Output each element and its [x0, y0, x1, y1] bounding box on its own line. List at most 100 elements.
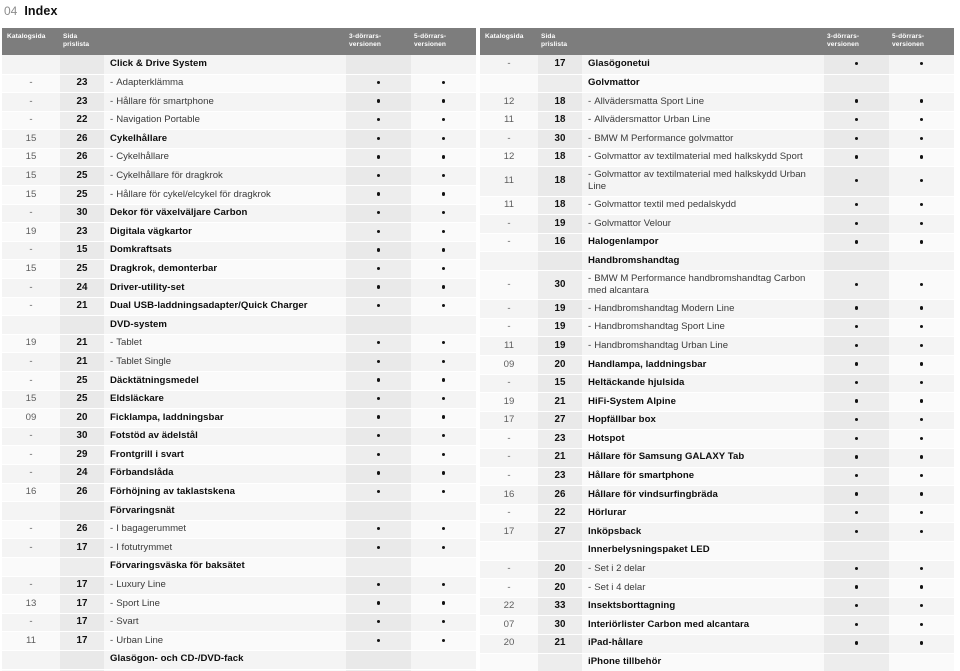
bullet-dot-icon — [854, 117, 859, 122]
table-row[interactable]: 12 18 - Allvädersmatta Sport Line — [480, 92, 954, 112]
index-table-left: Katalogsida Sida prislista 3-dörrars- ve… — [2, 28, 476, 671]
table-row[interactable]: -15 Domkraftsats — [2, 241, 476, 261]
table-row[interactable]: -21 - Tablet Single — [2, 352, 476, 372]
table-row[interactable]: 12 18 - Golvmattor av textilmaterial med ha… — [480, 148, 954, 168]
table-row[interactable]: -17 - I fotutrymmet — [2, 538, 476, 558]
cell-price-list-page — [538, 251, 582, 272]
table-row[interactable]: 17 27 Inköpsback — [480, 522, 954, 542]
table-row[interactable]: -23 - Adapterklämma — [2, 74, 476, 94]
cell-catalog-page: - — [480, 55, 538, 75]
table-row[interactable]: Innerbelysningspaket LED — [480, 541, 954, 561]
table-row[interactable]: 11 19 - Handbromshandtag Urban Line — [480, 336, 954, 356]
table-row[interactable]: -25 Däcktätningsmedel — [2, 371, 476, 391]
table-row[interactable]: -24 Driver-utility-set — [2, 278, 476, 298]
cell-product-name: - Set i 4 delar — [582, 578, 824, 598]
table-row[interactable]: -19 - Handbromshandtag Sport Line — [480, 318, 954, 338]
table-row[interactable]: 11 17 - Urban Line — [2, 631, 476, 651]
table-row[interactable]: -30 Dekor för växelväljare Carbon — [2, 204, 476, 224]
cell-5-door-mark — [889, 166, 954, 197]
cell-catalog-page: - — [480, 374, 538, 394]
table-row[interactable]: 17 27 Hopfällbar box — [480, 411, 954, 431]
cell-3-door-mark — [346, 204, 411, 224]
table-row[interactable]: 15 25 - Hållare för cykel/elcykel för dragk… — [2, 185, 476, 205]
table-body-right: -17 Glasögonetui Golvmattor 12 18- Allvädersm… — [480, 55, 954, 671]
table-row[interactable]: 15 26 - Cykelhållare — [2, 148, 476, 168]
bullet-dot-icon — [919, 418, 924, 422]
table-row[interactable]: 09 20 Handlampa, laddningsbar — [480, 355, 954, 375]
table-row[interactable]: 22 33 Insektsborttagning — [480, 597, 954, 617]
table-row[interactable]: -23 - Hållare för smartphone — [2, 92, 476, 112]
table-row[interactable]: -21 Hållare för Samsung GALAXY Tab — [480, 448, 954, 468]
table-row[interactable]: 11 18- Golvmattor av textilmaterial med ha… — [480, 166, 954, 197]
cell-price-list-page: 22 — [60, 111, 104, 131]
cell-product-name: Hållare för smartphone — [582, 467, 824, 487]
table-row[interactable]: 19 21 HiFi-System Alpine — [480, 392, 954, 412]
table-row[interactable]: iPhone tillbehör — [480, 653, 954, 671]
cell-catalog-page: 11 — [480, 166, 538, 197]
product-group-label: Insektsborttagning — [588, 600, 676, 612]
table-row[interactable]: -21 Dual USB-laddningsadapter/Quick Charg… — [2, 297, 476, 317]
bullet-dot-icon — [376, 155, 381, 159]
table-row[interactable]: -30 Fotstöd av ädelstål — [2, 427, 476, 447]
table-row[interactable]: -20 - Set i 4 delar — [480, 578, 954, 598]
table-row[interactable]: 11 18 - Allvädersmattor Urban Line — [480, 111, 954, 131]
cell-catalog-page: - — [480, 318, 538, 338]
table-row[interactable]: -17 - Luxury Line — [2, 576, 476, 596]
table-row[interactable]: 19 23 Digitala vägkartor — [2, 222, 476, 242]
table-row[interactable]: 16 26 Hållare för vindsurfingbräda — [480, 485, 954, 505]
bullet-dot-icon — [376, 173, 381, 178]
table-row[interactable]: -17 Glasögonetui — [480, 55, 954, 75]
cell-price-list-page: 24 — [60, 464, 104, 484]
table-row[interactable]: -20 - Set i 2 delar — [480, 560, 954, 580]
bullet-dot-icon — [376, 545, 381, 549]
cell-catalog-page: 15 — [2, 148, 60, 168]
table-row[interactable]: -22 - Navigation Portable — [2, 111, 476, 131]
cell-product-name: - Golvmattor textil med pedalskydd — [582, 196, 824, 216]
bullet-dot-icon — [854, 436, 859, 441]
bullet-dot-icon — [376, 248, 381, 252]
table-row[interactable]: DVD-system — [2, 315, 476, 335]
table-row[interactable]: 16 26 Förhöjning av taklastskena — [2, 483, 476, 503]
table-row[interactable]: 15 25 Eldsläckare — [2, 390, 476, 410]
table-row[interactable]: -16 Halogenlampor — [480, 233, 954, 253]
table-row[interactable]: 09 20 Ficklampa, laddningsbar — [2, 408, 476, 428]
table-row[interactable]: -30 - BMW M Performance golvmattor — [480, 129, 954, 149]
table-row[interactable]: 20 21 iPad-hållare — [480, 634, 954, 654]
table-row[interactable]: 13 17 - Sport Line — [2, 594, 476, 614]
table-row[interactable]: Handbromshandtag — [480, 251, 954, 272]
table-row[interactable]: -23 Hotspot — [480, 429, 954, 449]
table-row[interactable]: Golvmattor — [480, 74, 954, 94]
table-row[interactable]: -22 Hörlurar — [480, 504, 954, 524]
bullet-dot-icon — [441, 434, 446, 438]
table-row[interactable]: Click & Drive System — [2, 55, 476, 75]
cell-3-door-mark — [824, 233, 889, 253]
table-row[interactable]: -19 - Handbromshandtag Modern Line — [480, 299, 954, 319]
table-row[interactable]: -26 - I bagagerummet — [2, 520, 476, 540]
bullet-dot-icon — [376, 489, 381, 494]
bullet-dot-icon — [441, 117, 446, 122]
cell-product-name: - Handbromshandtag Sport Line — [582, 318, 824, 338]
table-row[interactable]: -23 Hållare för smartphone — [480, 467, 954, 487]
cell-3-door-mark — [824, 615, 889, 635]
table-row[interactable]: -19 - Golvmattor Velour — [480, 214, 954, 234]
bullet-dot-icon — [442, 657, 445, 660]
table-row[interactable]: Förvaringsväska för baksätet — [2, 557, 476, 577]
table-row[interactable]: 07 30 Interiörlister Carbon med alcantara — [480, 615, 954, 635]
bullet-dot-icon — [376, 210, 381, 215]
table-row[interactable]: 15 25 Dragkrok, demonterbar — [2, 259, 476, 280]
table-row[interactable]: -29 Frontgrill i svart — [2, 445, 476, 465]
table-row[interactable]: -24 Förbandslåda — [2, 464, 476, 484]
table-row[interactable]: -30 - BMW M Performance handbromshandtag C… — [480, 270, 954, 301]
table-row[interactable]: -17 - Svart — [2, 613, 476, 633]
cell-5-door-mark — [889, 92, 954, 112]
table-row[interactable]: Glasögon- och CD-/DVD-fack — [2, 650, 476, 670]
table-row[interactable]: 15 26 Cykelhållare — [2, 129, 476, 149]
table-row[interactable]: -15 Heltäckande hjulsida — [480, 374, 954, 394]
table-row[interactable]: 19 21 - Tablet — [2, 334, 476, 354]
bullet-dot-icon — [441, 341, 446, 345]
table-row[interactable]: Förvaringsnät — [2, 501, 476, 521]
product-item-label: - BMW M Performance handbromshandtag Carb… — [588, 273, 806, 296]
table-row[interactable]: 11 18 - Golvmattor textil med pedalskydd — [480, 196, 954, 216]
cell-5-door-mark — [411, 613, 476, 633]
table-row[interactable]: 15 25 - Cykelhållare för dragkrok — [2, 166, 476, 187]
